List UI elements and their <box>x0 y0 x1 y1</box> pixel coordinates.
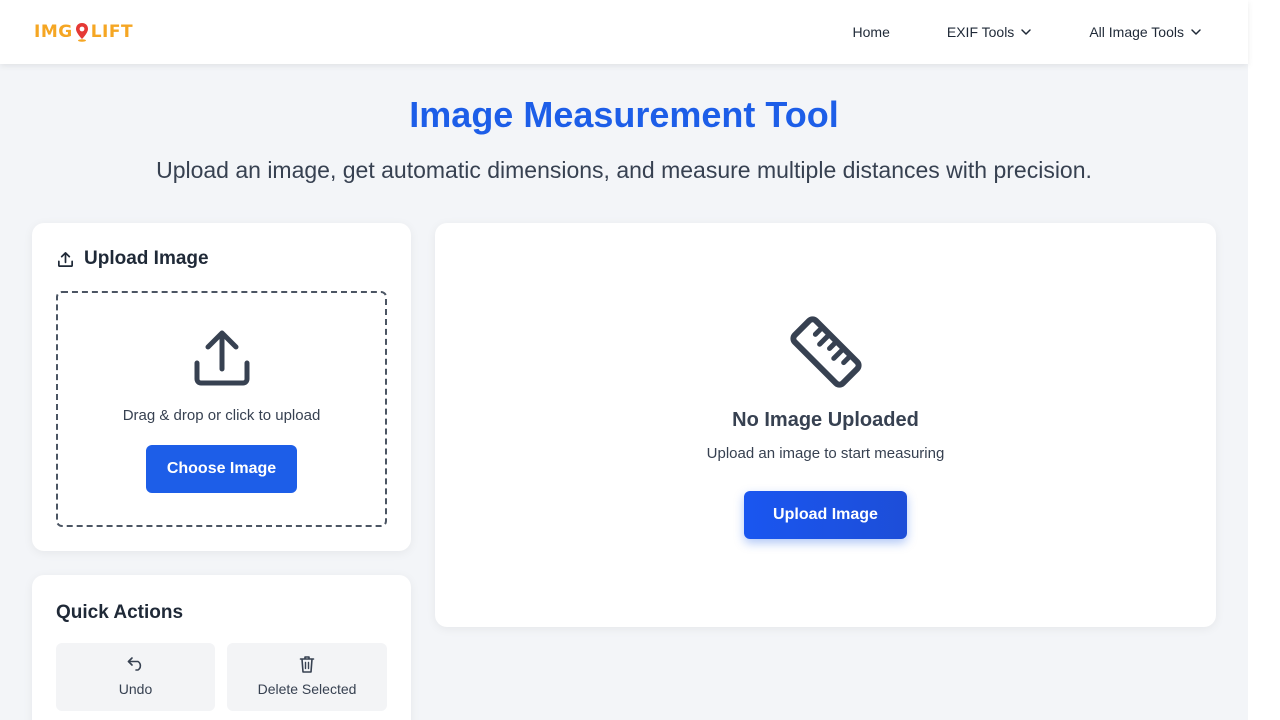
upload-icon <box>57 251 74 267</box>
nav-exif-tools[interactable]: EXIF Tools <box>947 24 1032 40</box>
empty-state-subtitle: Upload an image to start measuring <box>706 445 945 462</box>
upload-card: Upload Image Drag & drop or click to upl… <box>32 223 411 551</box>
nav-home-label: Home <box>852 24 890 40</box>
undo-button[interactable]: Undo <box>56 643 215 711</box>
measurement-canvas-card: No Image Uploaded Upload an image to sta… <box>435 223 1216 627</box>
chevron-down-icon <box>1191 29 1201 35</box>
delete-selected-label: Delete Selected <box>257 681 357 697</box>
main-nav: Home EXIF Tools All Image Tools <box>796 0 1202 64</box>
chevron-down-icon <box>1021 29 1032 35</box>
logo[interactable]: IMG LIFT <box>34 20 133 44</box>
undo-label: Undo <box>118 681 153 697</box>
empty-state-title: No Image Uploaded <box>732 409 919 431</box>
nav-home[interactable]: Home <box>853 24 890 40</box>
scrollbar-track[interactable] <box>1248 0 1280 720</box>
dropzone-instructions: Drag & drop or click to upload <box>122 407 321 424</box>
nav-exif-tools-label: EXIF Tools <box>946 24 1015 40</box>
page-title: Image Measurement Tool <box>409 94 839 135</box>
upload-tray-icon <box>194 330 250 386</box>
quick-actions-title: Quick Actions <box>56 602 184 623</box>
delete-selected-button[interactable]: Delete Selected <box>227 643 387 711</box>
map-pin-icon <box>75 23 88 42</box>
upload-dropzone[interactable]: Drag & drop or click to upload Choose Im… <box>56 291 387 527</box>
ruler-icon <box>790 316 862 388</box>
top-navbar: IMG LIFT Home EXIF Tools All Image Tools <box>0 0 1248 64</box>
undo-icon <box>127 657 141 671</box>
page-subtitle: Upload an image, get automatic dimension… <box>156 157 1092 183</box>
logo-text-left: IMG <box>34 22 73 42</box>
upload-card-title: Upload Image <box>56 248 209 270</box>
logo-text-right: LIFT <box>90 22 134 42</box>
choose-image-button[interactable]: Choose Image <box>146 445 297 493</box>
nav-all-image-tools[interactable]: All Image Tools <box>1089 24 1202 40</box>
nav-all-image-tools-label: All Image Tools <box>1089 24 1184 40</box>
page: IMG LIFT Home EXIF Tools All Image Tools <box>0 0 1248 720</box>
quick-actions-card: Quick Actions Undo Delete Selected <box>32 575 411 720</box>
upload-card-title-text: Upload Image <box>84 248 209 269</box>
trash-icon <box>299 656 315 673</box>
upload-image-button[interactable]: Upload Image <box>744 491 907 539</box>
